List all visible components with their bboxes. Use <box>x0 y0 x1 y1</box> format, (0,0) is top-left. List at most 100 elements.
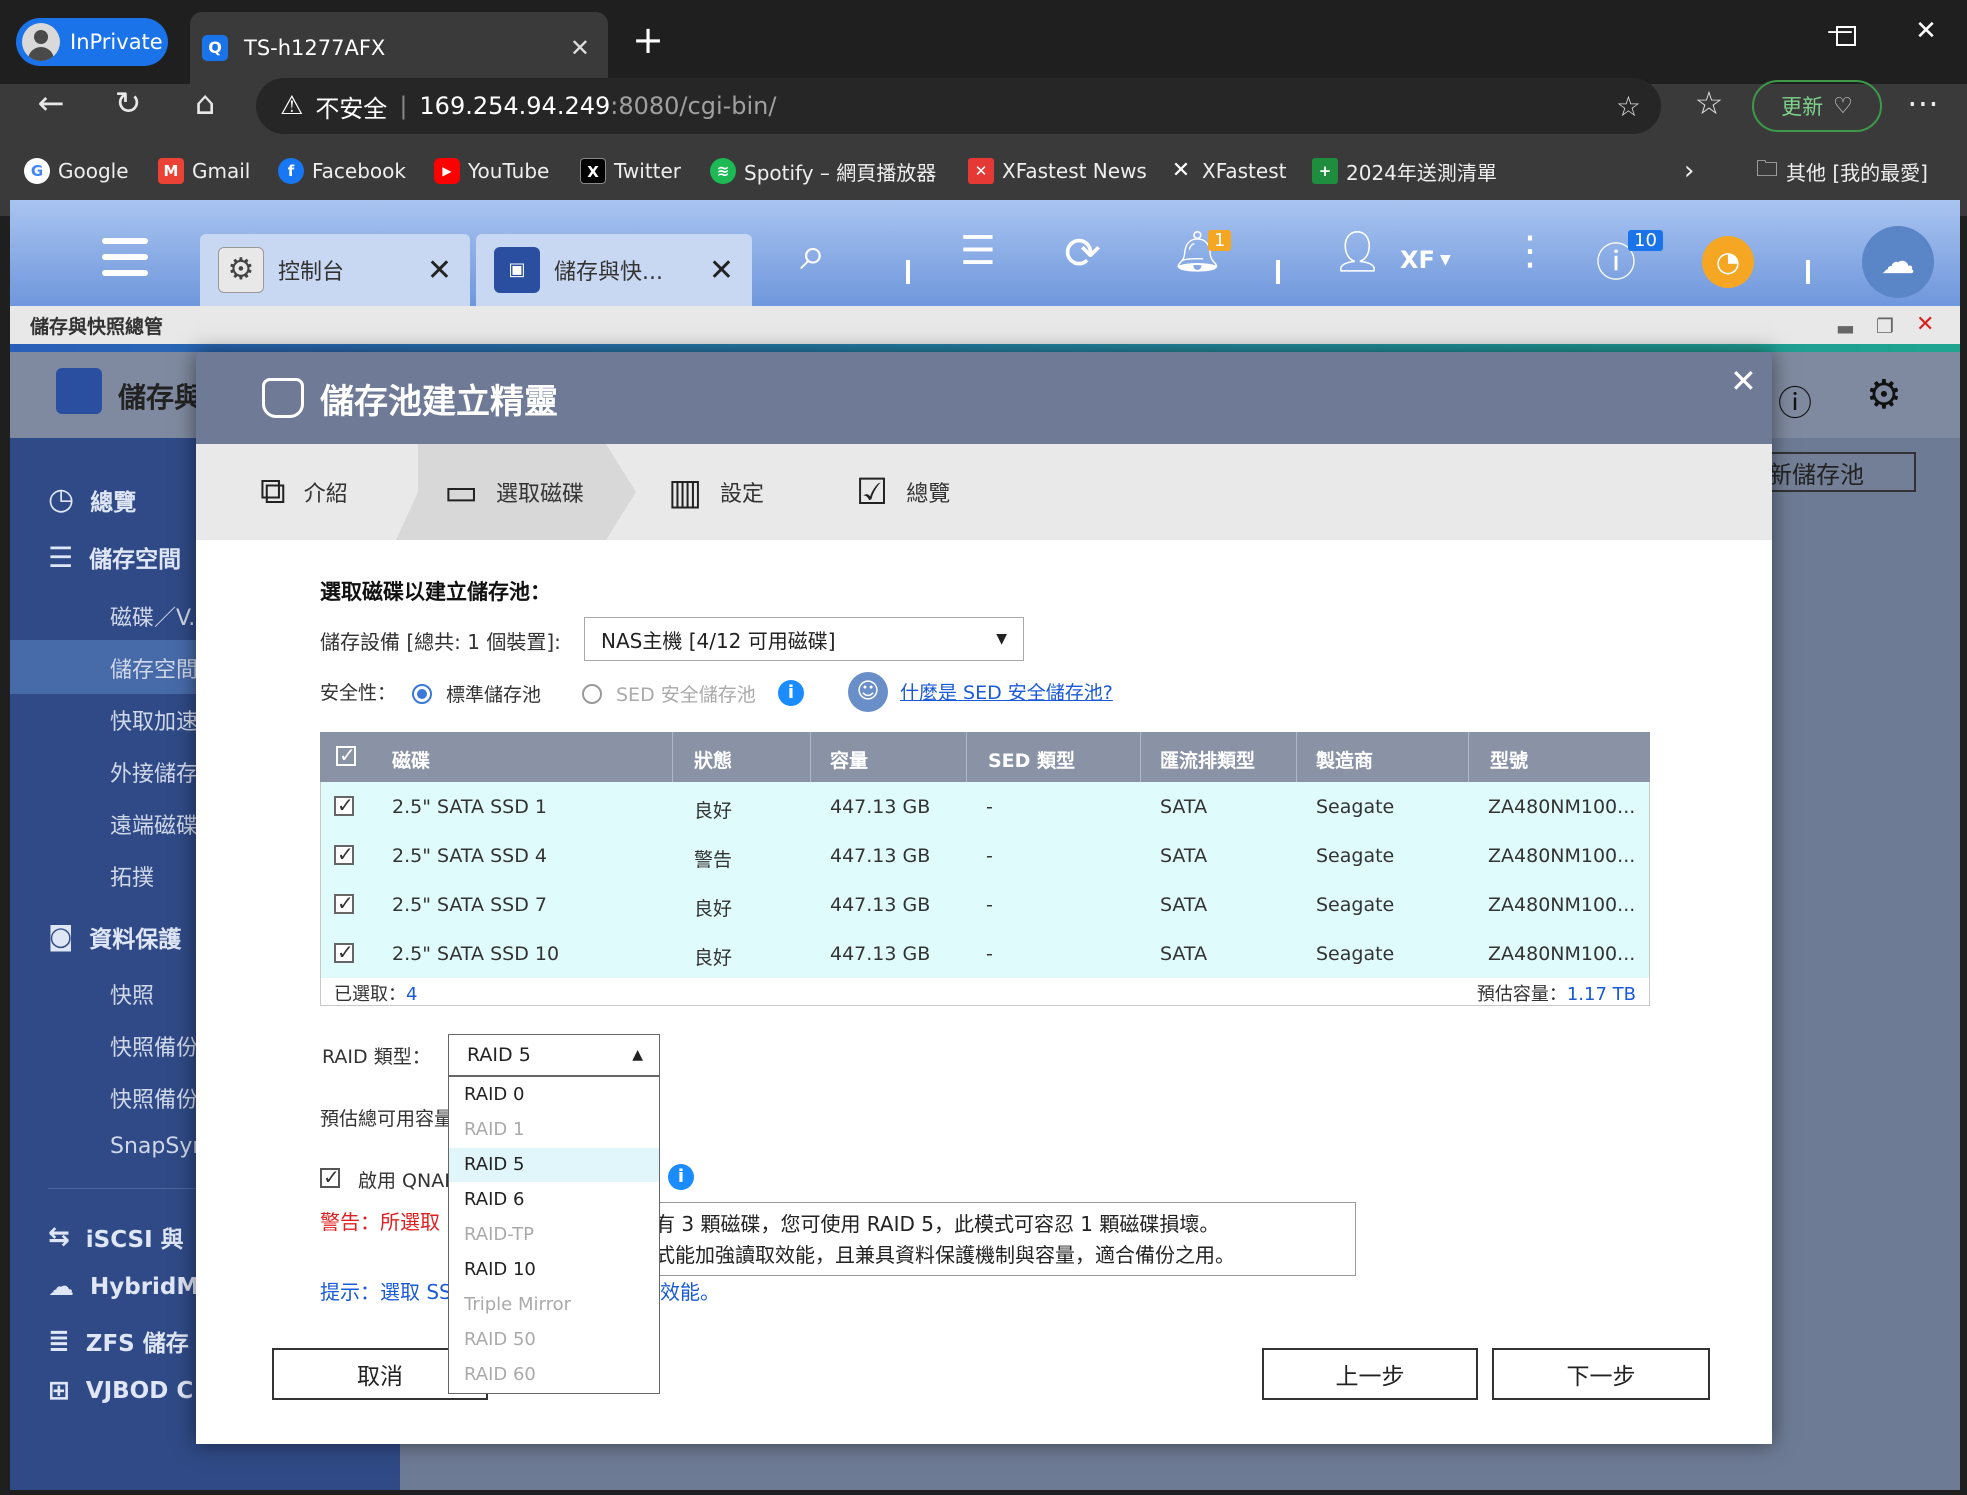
raid-option-raid10[interactable]: RAID 10 <box>464 1259 536 1280</box>
select-all-checkbox[interactable] <box>336 743 356 767</box>
browser-tab[interactable]: Q TS-h1277AFX ✕ <box>190 12 608 84</box>
raid-info-icon[interactable]: i <box>668 1164 694 1190</box>
raid-option-raid6[interactable]: RAID 6 <box>464 1189 524 1210</box>
other-bookmarks[interactable]: 🗀 其他 [我的最愛] <box>1756 146 1928 196</box>
sidebar-item-external[interactable]: 外接儲存 <box>110 756 198 788</box>
update-button[interactable]: 更新 ♡ <box>1752 80 1882 132</box>
address-path: :8080/cgi-bin/ <box>610 92 777 120</box>
info-icon[interactable]: i <box>778 680 804 706</box>
help-icon[interactable]: ⓘ <box>1778 376 1812 425</box>
row-checkbox[interactable] <box>334 940 354 964</box>
bookmark-test-list[interactable]: +2024年送測清單 <box>1312 146 1497 196</box>
sidebar-item-topology[interactable]: 拓撲 <box>110 860 154 892</box>
maximize-button[interactable] <box>1836 26 1856 46</box>
close-window-button[interactable]: ✕ <box>1906 16 1946 46</box>
user-dropdown-icon[interactable]: ▼ <box>1440 252 1451 268</box>
sidebar-item-storage[interactable]: ☰ 儲存空間 <box>48 540 181 574</box>
sidebar-item-overview[interactable]: ◷ 總覽 <box>48 482 136 517</box>
settings-gear-icon[interactable]: ⚙ <box>1866 372 1902 418</box>
col-divider <box>810 732 811 782</box>
window-close-icon[interactable]: ✕ <box>1916 312 1934 337</box>
wizard-close-icon[interactable]: ✕ <box>1730 362 1757 400</box>
tab-close-icon[interactable]: ✕ <box>709 253 734 288</box>
raid-type-select[interactable]: RAID 5 ▲ <box>448 1034 660 1076</box>
selected-label: 已選取： <box>334 984 406 1005</box>
bookmarks-overflow-chevron-icon[interactable]: › <box>1684 146 1694 196</box>
row-checkbox[interactable] <box>334 891 354 915</box>
inprivate-badge[interactable]: InPrivate <box>16 18 168 66</box>
col-disk[interactable]: 磁碟 <box>392 746 430 773</box>
back-arrow-icon[interactable]: ← <box>26 84 76 122</box>
sync-icon[interactable]: ⟳ <box>1064 228 1101 279</box>
sidebar-item-zfs[interactable]: ≣ ZFS 儲存 <box>48 1324 189 1358</box>
bookmark-spotify[interactable]: ≋ Spotify – 網頁播放器 <box>710 146 936 196</box>
bookmark-xfastest[interactable]: ✕ XFastest <box>1168 146 1287 196</box>
sidebar-item-protection[interactable]: ◙ 資料保護 <box>48 920 181 954</box>
hamburger-menu-icon[interactable] <box>102 238 148 244</box>
sidebar-item-remote[interactable]: 遠端磁碟 <box>110 808 198 840</box>
radio-standard-pool[interactable]: 標準儲存池 <box>412 680 541 707</box>
favorite-star-icon[interactable]: ☆ <box>1616 90 1641 123</box>
sidebar-item-hybridmount[interactable]: ☁ HybridMo <box>48 1272 215 1302</box>
address-bar[interactable]: ⚠ 不安全 | 169.254.94.249:8080/cgi-bin/ ☆ <box>256 78 1661 134</box>
step-label: 總覽 <box>906 482 951 507</box>
tab-close-icon[interactable]: ✕ <box>570 34 590 62</box>
col-capacity[interactable]: 容量 <box>830 746 868 773</box>
home-icon[interactable]: ⌂ <box>180 84 230 122</box>
col-status[interactable]: 狀態 <box>694 746 732 773</box>
divider <box>1276 260 1280 284</box>
raid-option-raid5[interactable]: RAID 5 <box>464 1154 524 1175</box>
bookmark-xfastest-news[interactable]: ✕ XFastest News <box>968 146 1147 196</box>
new-pool-button[interactable]: 新儲存池 <box>1748 452 1916 492</box>
bookmark-google[interactable]: G Google <box>24 146 129 196</box>
bookmark-twitter[interactable]: X Twitter <box>580 146 681 196</box>
search-icon[interactable]: ⌕ <box>800 226 826 282</box>
selected-count: 4 <box>406 984 418 1005</box>
favorites-icon[interactable]: ☆ <box>1684 84 1734 122</box>
col-divider <box>1468 732 1469 782</box>
row-checkbox[interactable] <box>334 842 354 866</box>
radio-sed-pool[interactable]: SED 安全儲存池 <box>582 680 756 707</box>
sidebar-item-snapshot-backup-2[interactable]: 快照備份 <box>110 1082 198 1114</box>
sidebar-item-snapshot[interactable]: 快照 <box>110 978 154 1010</box>
sidebar-item-vjbod[interactable]: ⊞ VJBOD C <box>48 1376 193 1406</box>
back-button[interactable]: 上一步 <box>1262 1348 1478 1400</box>
sidebar-item-iscsi[interactable]: ⇆ iSCSI 與 <box>48 1220 184 1254</box>
device-label: 儲存設備 [總共: 1 個裝置]: <box>320 630 561 654</box>
sidebar-item-snapshot-backup[interactable]: 快照備份 <box>110 1030 198 1062</box>
qts-tab-storage[interactable]: ▣ 儲存與快... ✕ <box>476 234 752 306</box>
tab-close-icon[interactable]: ✕ <box>427 253 452 288</box>
raid-option-raid0[interactable]: RAID 0 <box>464 1084 524 1105</box>
more-options-icon[interactable]: ⋮ <box>1510 228 1550 274</box>
col-sed-type[interactable]: SED 類型 <box>988 746 1075 773</box>
refresh-icon[interactable]: ↻ <box>103 84 153 122</box>
window-restore-icon[interactable]: ❐ <box>1876 314 1894 338</box>
new-tab-button[interactable]: + <box>628 18 668 62</box>
window-minimize-icon[interactable]: ▬ <box>1836 316 1855 340</box>
col-bus-type[interactable]: 匯流排類型 <box>1160 746 1255 773</box>
tasks-icon[interactable]: ☰ <box>960 228 996 274</box>
bookmark-youtube[interactable]: ▶ YouTube <box>434 146 549 196</box>
col-model[interactable]: 型號 <box>1490 746 1528 773</box>
col-divider <box>672 732 673 782</box>
device-select[interactable]: NAS主機 [4/12 可用磁碟] ▼ <box>584 617 1024 661</box>
update-label: 更新 <box>1781 95 1824 119</box>
more-menu-icon[interactable]: ⋯ <box>1898 84 1948 122</box>
qts-tab-control-panel[interactable]: ⚙ 控制台 ✕ <box>200 234 470 306</box>
col-vendor[interactable]: 製造商 <box>1316 746 1373 773</box>
next-button[interactable]: 下一步 <box>1492 1348 1710 1400</box>
sed-help-link[interactable]: 什麼是 SED 安全儲存池? <box>900 678 1113 705</box>
cloud-icon[interactable]: ☁ <box>1862 226 1934 298</box>
sidebar-item-pools[interactable]: 儲存空間 <box>110 652 198 684</box>
gmail-icon: M <box>158 158 184 184</box>
bookmark-gmail[interactable]: M Gmail <box>158 146 250 196</box>
row-checkbox[interactable] <box>334 793 354 817</box>
sidebar-item-cache[interactable]: 快取加速 <box>110 704 198 736</box>
bookmark-label: XFastest <box>1202 159 1287 183</box>
bookmark-facebook[interactable]: f Facebook <box>278 146 406 196</box>
qnap-option-checkbox[interactable] <box>320 1165 340 1189</box>
username[interactable]: XF <box>1400 246 1435 274</box>
user-icon[interactable]: 👤︎ <box>1332 228 1383 275</box>
sidebar-item-disks[interactable]: 磁碟／V... <box>110 600 209 632</box>
dashboard-gauge-icon[interactable]: ◔ <box>1702 236 1754 288</box>
